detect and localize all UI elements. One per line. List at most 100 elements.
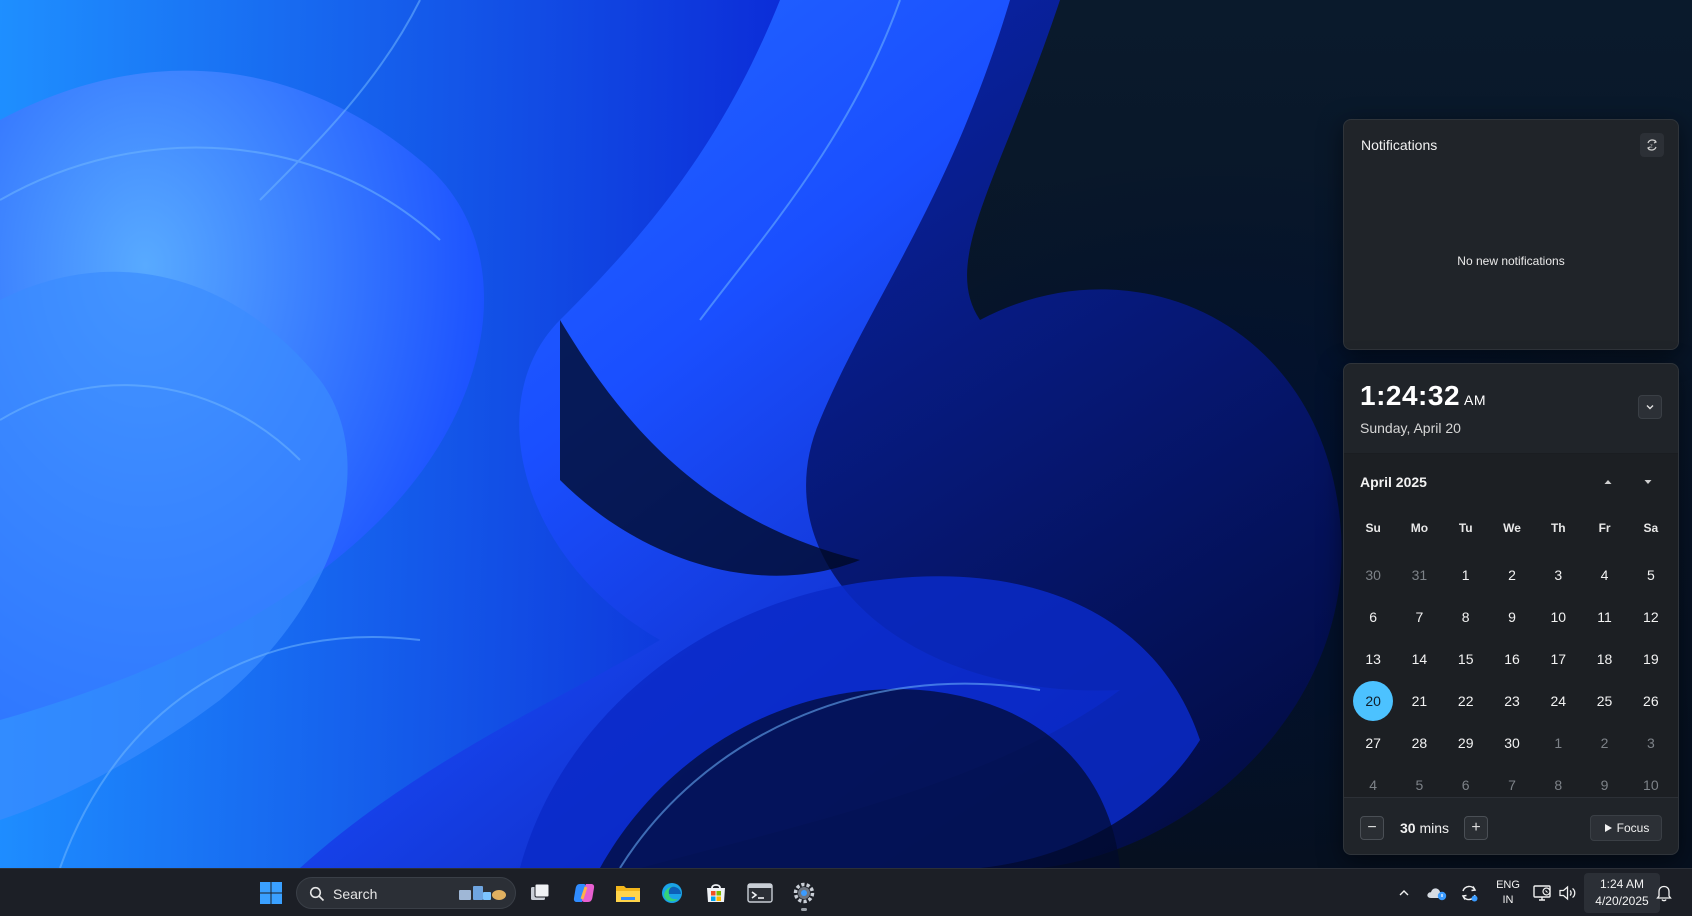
notification-bell-button[interactable] <box>1652 877 1676 909</box>
next-month-button[interactable] <box>1634 468 1662 496</box>
play-icon <box>1604 824 1612 832</box>
search-label: Search <box>333 886 378 902</box>
show-hidden-icons-button[interactable] <box>1394 877 1414 909</box>
calendar-day[interactable]: 10 <box>1535 596 1581 638</box>
calendar-day-number: 24 <box>1550 693 1567 709</box>
calendar-day-number: 5 <box>1646 567 1655 583</box>
taskbar-search-box[interactable]: Search <box>296 877 516 909</box>
calendar-day-number: 13 <box>1365 651 1381 667</box>
calendar-day[interactable]: 25 <box>1581 680 1627 722</box>
store-icon <box>707 884 725 902</box>
calendar-day[interactable]: 3 <box>1628 722 1674 764</box>
sync-tray-button[interactable] <box>1456 877 1482 909</box>
focus-session-bar: − 30 mins + Focus <box>1344 797 1678 855</box>
calendar-day-today[interactable]: 20 <box>1350 680 1396 722</box>
start-focus-button[interactable]: Focus <box>1590 815 1662 841</box>
calendar-day-number: 10 <box>1550 609 1567 625</box>
calendar-day[interactable]: 18 <box>1581 638 1627 680</box>
onedrive-tray-button[interactable] <box>1424 877 1450 909</box>
calendar-day[interactable]: 1 <box>1443 554 1489 596</box>
calendar-day[interactable]: 17 <box>1535 638 1581 680</box>
calendar-day[interactable]: 28 <box>1396 722 1442 764</box>
calendar-day-number: 3 <box>1646 735 1655 751</box>
edge-button[interactable] <box>654 875 690 911</box>
volume-tray-button[interactable] <box>1556 877 1580 909</box>
calendar-day[interactable]: 9 <box>1489 596 1535 638</box>
calendar-day-number: 14 <box>1411 651 1428 667</box>
microsoft-store-button[interactable] <box>698 875 734 911</box>
calendar-day[interactable]: 21 <box>1396 680 1442 722</box>
calendar-day-number: 12 <box>1643 609 1659 625</box>
calendar-day[interactable]: 6 <box>1350 596 1396 638</box>
calendar-day[interactable]: 4 <box>1581 554 1627 596</box>
calendar-day[interactable]: 2 <box>1489 554 1535 596</box>
calendar-day[interactable]: 30 <box>1350 554 1396 596</box>
calendar-flyout: 1:24:32 AM Sunday, April 20 April 2025 Su… <box>1343 363 1679 855</box>
input-language-indicator[interactable]: ENG IN <box>1494 878 1522 908</box>
weekday-label: Fr <box>1598 521 1611 535</box>
start-button[interactable] <box>253 875 289 911</box>
network-tray-button[interactable] <box>1530 877 1554 909</box>
running-indicator <box>801 908 807 911</box>
decrease-focus-time-button[interactable]: − <box>1360 816 1384 840</box>
calendar-day[interactable]: 16 <box>1489 638 1535 680</box>
calendar-day[interactable]: 1 <box>1535 722 1581 764</box>
calendar-day[interactable]: 24 <box>1535 680 1581 722</box>
taskbar-time: 1:24 AM <box>1599 877 1645 891</box>
calendar-day[interactable]: 30 <box>1489 722 1535 764</box>
calendar-day[interactable]: 22 <box>1443 680 1489 722</box>
file-explorer-icon <box>616 886 640 902</box>
calendar-day[interactable]: 31 <box>1396 554 1442 596</box>
calendar-day[interactable]: 26 <box>1628 680 1674 722</box>
bell-icon <box>1656 885 1672 902</box>
notification-center: Notifications z No new notifications <box>1343 119 1679 350</box>
calendar-day[interactable]: 11 <box>1581 596 1627 638</box>
collapse-calendar-button[interactable] <box>1638 395 1662 419</box>
calendar-day[interactable]: 7 <box>1396 596 1442 638</box>
taskbar-date: 4/20/2025 <box>1595 894 1649 908</box>
taskbar-clock[interactable]: 1:24 AM 4/20/2025 <box>1584 873 1660 913</box>
calendar-day[interactable]: 5 <box>1628 554 1674 596</box>
sync-icon <box>1461 885 1478 902</box>
clock-time: 1:24:32 AM <box>1360 380 1486 412</box>
previous-month-button[interactable] <box>1594 468 1622 496</box>
task-view-icon <box>531 883 550 900</box>
calendar-day-number: 26 <box>1643 693 1659 709</box>
calendar-day-number: 28 <box>1411 735 1428 751</box>
calendar-days-grid: 30 31 1 2 3 4 5 6 7 8 9 10 11 12 13 14 15 16 17 18 19 20 21 22 2… <box>1350 554 1674 806</box>
calendar-day[interactable]: 27 <box>1350 722 1396 764</box>
calendar-day-number: 30 <box>1365 567 1381 583</box>
terminal-button[interactable] <box>742 875 778 911</box>
calendar-day[interactable]: 3 <box>1535 554 1581 596</box>
calendar-day-number: 2 <box>1508 567 1516 583</box>
clock-date: Sunday, April 20 <box>1360 420 1461 436</box>
calendar-day[interactable]: 19 <box>1628 638 1674 680</box>
focus-button-label: Focus <box>1616 821 1650 835</box>
calendar-day[interactable]: 15 <box>1443 638 1489 680</box>
weekday-label: Su <box>1365 521 1381 535</box>
calendar-day[interactable]: 14 <box>1396 638 1442 680</box>
calendar-day[interactable]: 8 <box>1443 596 1489 638</box>
calendar-day[interactable]: 12 <box>1628 596 1674 638</box>
search-icon <box>309 886 325 902</box>
settings-button[interactable] <box>786 875 822 911</box>
task-view-button[interactable] <box>522 875 558 911</box>
calendar-day-number: 8 <box>1461 609 1470 625</box>
edge-icon <box>662 883 682 903</box>
chevron-down-icon <box>1646 405 1654 410</box>
calendar-day[interactable]: 2 <box>1581 722 1627 764</box>
calendar-day-number: 27 <box>1365 735 1381 751</box>
file-explorer-button[interactable] <box>610 875 646 911</box>
copilot-button[interactable] <box>566 875 602 911</box>
calendar-day[interactable]: 29 <box>1443 722 1489 764</box>
calendar-day-number: 30 <box>1504 735 1520 751</box>
region-code: IN <box>1502 894 1514 906</box>
notification-settings-button[interactable]: z <box>1640 133 1664 157</box>
focus-duration-value: 30 <box>1400 820 1416 836</box>
calendar-day[interactable]: 13 <box>1350 638 1396 680</box>
increase-focus-time-button[interactable]: + <box>1464 816 1488 840</box>
calendar-day[interactable]: 23 <box>1489 680 1535 722</box>
month-label[interactable]: April 2025 <box>1360 474 1427 490</box>
onedrive-icon <box>1427 888 1447 901</box>
calendar-day-number: 11 <box>1597 609 1612 625</box>
